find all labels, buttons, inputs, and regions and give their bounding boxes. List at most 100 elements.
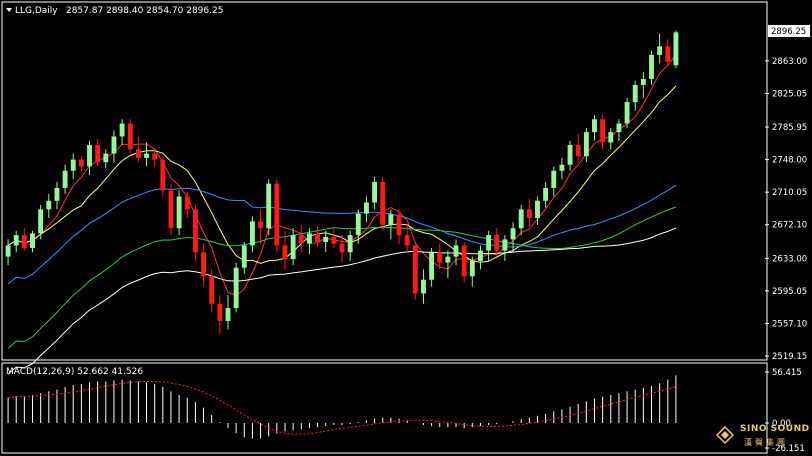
candle-body bbox=[453, 245, 459, 257]
candle-body bbox=[331, 236, 337, 244]
candle-body bbox=[486, 235, 492, 251]
candle-body bbox=[649, 54, 654, 79]
candle-body bbox=[54, 187, 60, 201]
candle-body bbox=[429, 252, 435, 280]
candle-body bbox=[192, 209, 198, 253]
chart-window[interactable]: LLG,Daily 2857.87 2898.40 2854.70 2896.2… bbox=[0, 0, 812, 456]
candle-body bbox=[152, 153, 158, 160]
candle-body bbox=[46, 200, 52, 210]
candle-body bbox=[437, 252, 443, 263]
diamond-logo-icon bbox=[716, 426, 734, 444]
candle-body bbox=[315, 233, 321, 242]
candle-body bbox=[274, 183, 280, 246]
candle-body bbox=[225, 308, 231, 321]
candle-body bbox=[127, 123, 133, 150]
candle-body bbox=[624, 102, 630, 124]
candle-body bbox=[632, 84, 638, 103]
candle-body bbox=[592, 119, 597, 133]
candle-body bbox=[445, 256, 451, 263]
candle-body bbox=[135, 149, 141, 158]
ohlc-readout: 2857.87 2898.40 2854.70 2896.25 bbox=[66, 6, 223, 16]
candle-body bbox=[5, 245, 11, 257]
candle-body bbox=[266, 183, 272, 229]
price-axis: 2863.00 2825.05 2785.95 2748.00 2710.05 2672.… bbox=[765, 57, 807, 362]
candle-body bbox=[478, 250, 483, 261]
candle-body bbox=[567, 145, 573, 165]
candle-body bbox=[502, 239, 508, 251]
candle-body bbox=[363, 202, 369, 214]
candle-body bbox=[380, 181, 386, 225]
candle-body bbox=[38, 209, 44, 234]
price-tick-label: 2710.05 bbox=[772, 188, 807, 198]
symbol-label: LLG,Daily bbox=[15, 6, 58, 16]
candle-body bbox=[209, 276, 215, 304]
candle-body bbox=[30, 233, 35, 248]
candle-body bbox=[168, 190, 174, 229]
price-tick-label: 2633.00 bbox=[772, 254, 807, 264]
candle-body bbox=[412, 245, 418, 294]
candle-body bbox=[583, 132, 589, 157]
sino-sound-logo: SINO SOUND 漢聲集團 bbox=[714, 422, 810, 454]
candle-body bbox=[640, 78, 646, 85]
candle-body bbox=[160, 159, 166, 191]
price-tick-label: 2748.00 bbox=[772, 156, 807, 166]
candle-body bbox=[347, 235, 353, 253]
price-tick-label: 2595.05 bbox=[772, 287, 807, 297]
candle-body bbox=[372, 181, 378, 203]
candle-body bbox=[282, 245, 288, 260]
macd-tick-label: 56.415 bbox=[772, 368, 802, 378]
candle-body bbox=[111, 136, 117, 154]
candle-body bbox=[404, 235, 410, 246]
candle-body bbox=[535, 200, 540, 218]
candle-body bbox=[249, 221, 255, 246]
current-price-label: 2896.25 bbox=[771, 27, 806, 37]
candle-body bbox=[298, 235, 304, 244]
candle-body bbox=[575, 145, 581, 157]
price-tick-label: 2825.05 bbox=[772, 89, 807, 99]
candle-body bbox=[526, 209, 532, 218]
macd-label: MACD(12,26,9) 52.662 41.526 bbox=[6, 367, 143, 377]
candle-body bbox=[306, 233, 312, 244]
candle-body bbox=[217, 303, 223, 321]
price-tick-label: 2863.00 bbox=[772, 57, 807, 67]
price-tick-label: 2785.95 bbox=[772, 123, 807, 133]
candle-body bbox=[184, 196, 190, 210]
candle-body bbox=[396, 214, 402, 236]
candle-body bbox=[95, 145, 101, 163]
candle-body bbox=[201, 252, 206, 277]
candle-body bbox=[543, 187, 549, 201]
candle-body bbox=[70, 159, 76, 171]
candle-body bbox=[665, 46, 671, 62]
candle-body bbox=[461, 245, 467, 277]
candle-body bbox=[13, 235, 19, 246]
candle-body bbox=[78, 159, 84, 167]
candle-body bbox=[388, 214, 394, 225]
candle-body bbox=[616, 123, 622, 133]
candle-body bbox=[518, 209, 524, 229]
candle-body bbox=[421, 279, 426, 294]
candle-body bbox=[144, 153, 149, 158]
candle-body bbox=[241, 245, 247, 268]
candle-body bbox=[103, 153, 109, 163]
candle-body bbox=[608, 132, 614, 143]
candle-body bbox=[290, 235, 296, 260]
candle-body bbox=[510, 228, 516, 240]
candle-body bbox=[258, 221, 263, 229]
candle-body bbox=[87, 145, 92, 167]
candle-body bbox=[657, 46, 663, 55]
candle-body bbox=[339, 243, 345, 253]
candle-body bbox=[559, 164, 565, 171]
candle-body bbox=[600, 119, 606, 143]
candle-body bbox=[62, 170, 68, 188]
candle-body bbox=[355, 213, 361, 236]
candle-body bbox=[469, 260, 475, 277]
price-tick-label: 2672.10 bbox=[772, 221, 807, 231]
candle-body bbox=[233, 267, 239, 309]
candle-body bbox=[551, 170, 557, 188]
logo-name: SINO SOUND bbox=[740, 424, 810, 434]
candle-body bbox=[673, 32, 679, 66]
price-tick-label: 2557.10 bbox=[772, 319, 807, 329]
candle-body bbox=[21, 235, 27, 248]
candle-body bbox=[176, 196, 182, 229]
candle-body bbox=[494, 235, 500, 251]
